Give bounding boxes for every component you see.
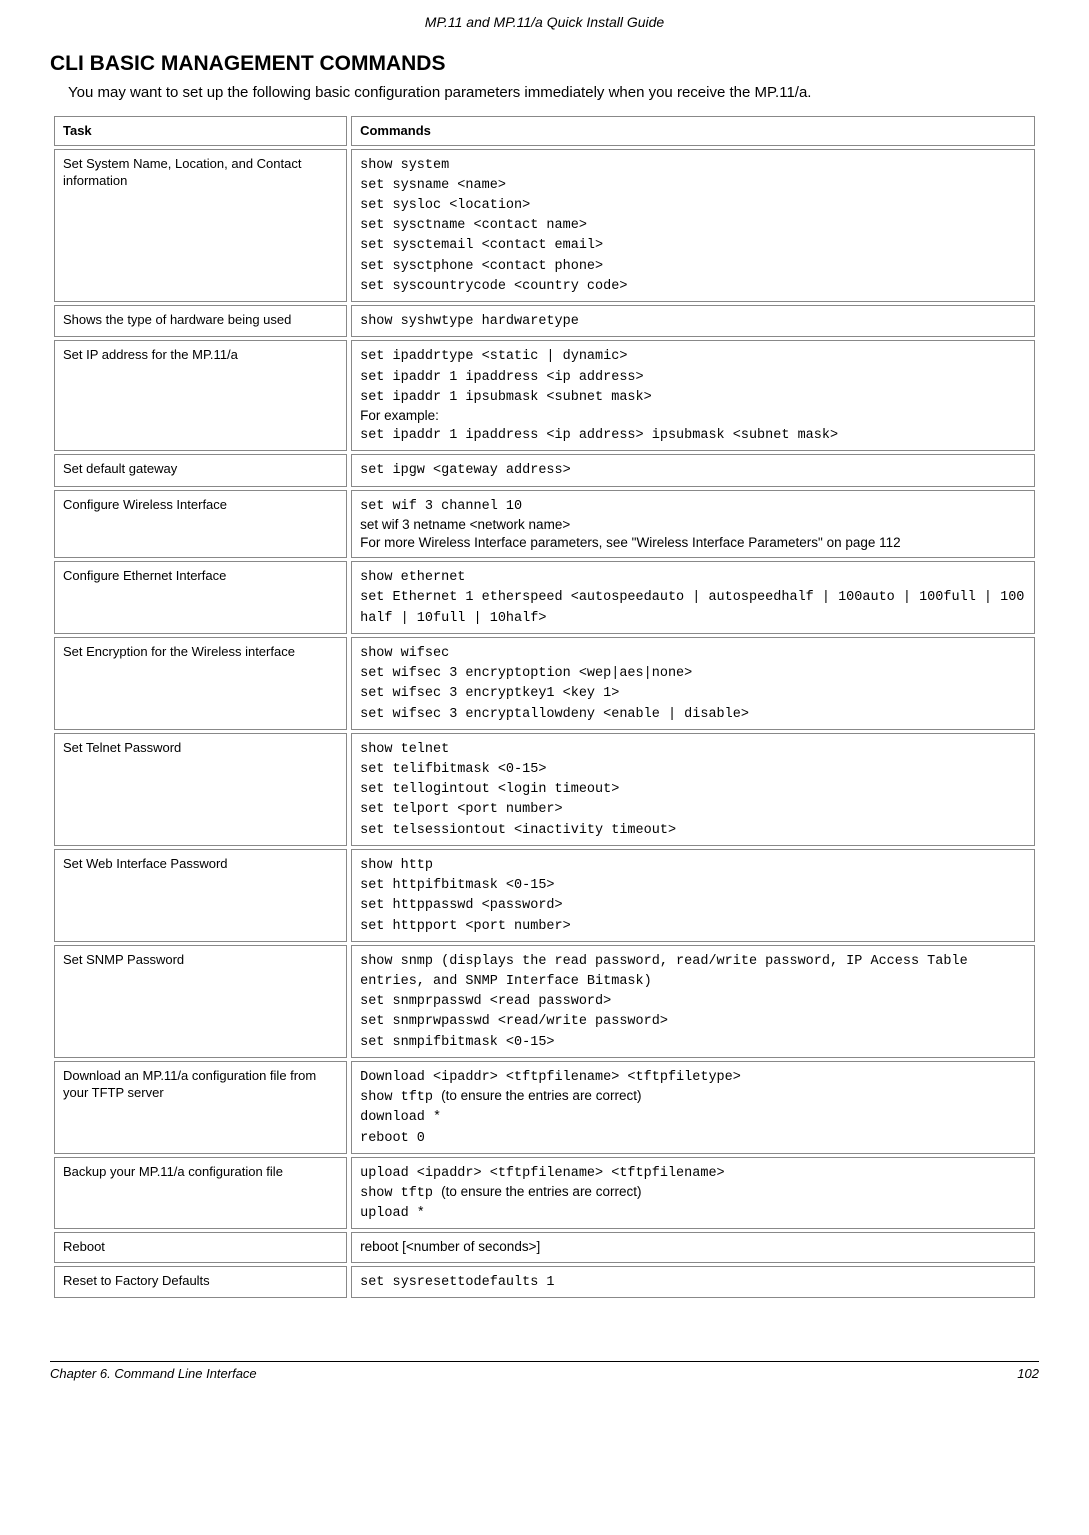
command-cell: upload <ipaddr> <tftpfilename> <tftpfile… [351, 1157, 1035, 1230]
table-row: Configure Ethernet Interfaceshow etherne… [54, 561, 1035, 634]
command-cell: set wif 3 channel 10 set wif 3 netname <n… [351, 490, 1035, 559]
command-text: show telnet set telifbitmask <0-15> set … [360, 742, 676, 838]
task-cell: Set IP address for the MP.11/a [54, 340, 347, 451]
command-text: show snmp (displays the read password, r… [360, 954, 976, 1050]
command-cell: show syshwtype hardwaretype [351, 305, 1035, 337]
task-cell: Reset to Factory Defaults [54, 1266, 347, 1298]
task-cell: Configure Ethernet Interface [54, 561, 347, 634]
footer-chapter: Chapter 6. Command Line Interface [50, 1366, 257, 1381]
table-row: Set IP address for the MP.11/aset ipaddr… [54, 340, 1035, 451]
command-cell: show system set sysname <name> set syslo… [351, 149, 1035, 303]
table-row: Reboot reboot [<number of seconds>] [54, 1232, 1035, 1262]
command-text: upload <ipaddr> <tftpfilename> <tftpfile… [360, 1166, 725, 1181]
command-text: set ipaddrtype <static | dynamic> set ip… [360, 349, 652, 404]
task-cell: Download an MP.11/a configuration file f… [54, 1061, 347, 1154]
command-text: Download <ipaddr> <tftpfilename> <tftpfi… [360, 1070, 741, 1085]
table-row: Reset to Factory Defaults set sysresettod… [54, 1266, 1035, 1298]
command-text: show wifsec set wifsec 3 encryptoption <… [360, 646, 749, 722]
section-intro: You may want to set up the following bas… [68, 84, 1039, 101]
task-cell: Set Telnet Password [54, 733, 347, 846]
command-cell: show snmp (displays the read password, r… [351, 945, 1035, 1058]
note-text: (to ensure the entries are correct) [441, 1088, 641, 1103]
command-text: upload * [360, 1206, 425, 1221]
task-cell: Reboot [54, 1232, 347, 1262]
table-row: Set default gateway set ipgw <gateway add… [54, 454, 1035, 486]
task-cell: Set Encryption for the Wireless interfac… [54, 637, 347, 730]
header-task: Task [54, 116, 347, 146]
page-footer: Chapter 6. Command Line Interface 102 [50, 1361, 1039, 1411]
command-cell: show wifsec set wifsec 3 encryptoption <… [351, 637, 1035, 730]
note-text: reboot [<number of seconds>] [360, 1239, 540, 1254]
command-cell: set ipgw <gateway address> [351, 454, 1035, 486]
section-heading: CLI BASIC MANAGEMENT COMMANDS [50, 52, 1039, 76]
command-cell: reboot [<number of seconds>] [351, 1232, 1035, 1262]
table-header-row: Task Commands [54, 116, 1035, 146]
note-text: For more Wireless Interface parameters, … [360, 535, 901, 550]
table-row: Set System Name, Location, and Contact i… [54, 149, 1035, 303]
command-text: show tftp [360, 1186, 441, 1201]
footer-page: 102 [1017, 1366, 1039, 1381]
command-text: set ipaddr 1 ipaddress <ip address> ipsu… [360, 428, 838, 443]
task-cell: Set default gateway [54, 454, 347, 486]
table-row: Set Encryption for the Wireless interfac… [54, 637, 1035, 730]
command-text: set sysresettodefaults 1 [360, 1275, 554, 1290]
command-cell: show ethernet set Ethernet 1 etherspeed … [351, 561, 1035, 634]
command-cell: set sysresettodefaults 1 [351, 1266, 1035, 1298]
table-row: Set SNMP Passwordshow snmp (displays the… [54, 945, 1035, 1058]
command-cell: set ipaddrtype <static | dynamic> set ip… [351, 340, 1035, 451]
table-row: Shows the type of hardware being used sho… [54, 305, 1035, 337]
command-cell: show http set httpifbitmask <0-15> set h… [351, 849, 1035, 942]
command-cell: Download <ipaddr> <tftpfilename> <tftpfi… [351, 1061, 1035, 1154]
task-cell: Backup your MP.11/a configuration file [54, 1157, 347, 1230]
command-text: show ethernet set Ethernet 1 etherspeed … [360, 570, 1032, 625]
table-row: Configure Wireless Interfaceset wif 3 ch… [54, 490, 1035, 559]
header-commands: Commands [351, 116, 1035, 146]
table-row: Download an MP.11/a configuration file f… [54, 1061, 1035, 1154]
table-row: Backup your MP.11/a configuration file up… [54, 1157, 1035, 1230]
command-text: set ipgw <gateway address> [360, 463, 571, 478]
task-cell: Configure Wireless Interface [54, 490, 347, 559]
task-cell: Set System Name, Location, and Contact i… [54, 149, 347, 303]
note-text: set wif 3 netname <network name> [360, 517, 570, 532]
task-cell: Set Web Interface Password [54, 849, 347, 942]
note-text: (to ensure the entries are correct) [441, 1184, 641, 1199]
command-text: show syshwtype hardwaretype [360, 314, 579, 329]
table-row: Set Telnet Passwordshow telnet set telif… [54, 733, 1035, 846]
commands-table: Task Commands Set System Name, Location,… [50, 113, 1039, 1301]
command-text: show system set sysname <name> set syslo… [360, 158, 627, 294]
table-row: Set Web Interface Passwordshow http set … [54, 849, 1035, 942]
note-text: For example: [360, 408, 439, 423]
command-text: show tftp [360, 1090, 441, 1105]
command-text: set wif 3 channel 10 [360, 499, 522, 514]
task-cell: Set SNMP Password [54, 945, 347, 1058]
doc-header: MP.11 and MP.11/a Quick Install Guide [50, 0, 1039, 48]
command-text: download * reboot 0 [360, 1110, 441, 1145]
command-cell: show telnet set telifbitmask <0-15> set … [351, 733, 1035, 846]
task-cell: Shows the type of hardware being used [54, 305, 347, 337]
command-text: show http set httpifbitmask <0-15> set h… [360, 858, 571, 934]
